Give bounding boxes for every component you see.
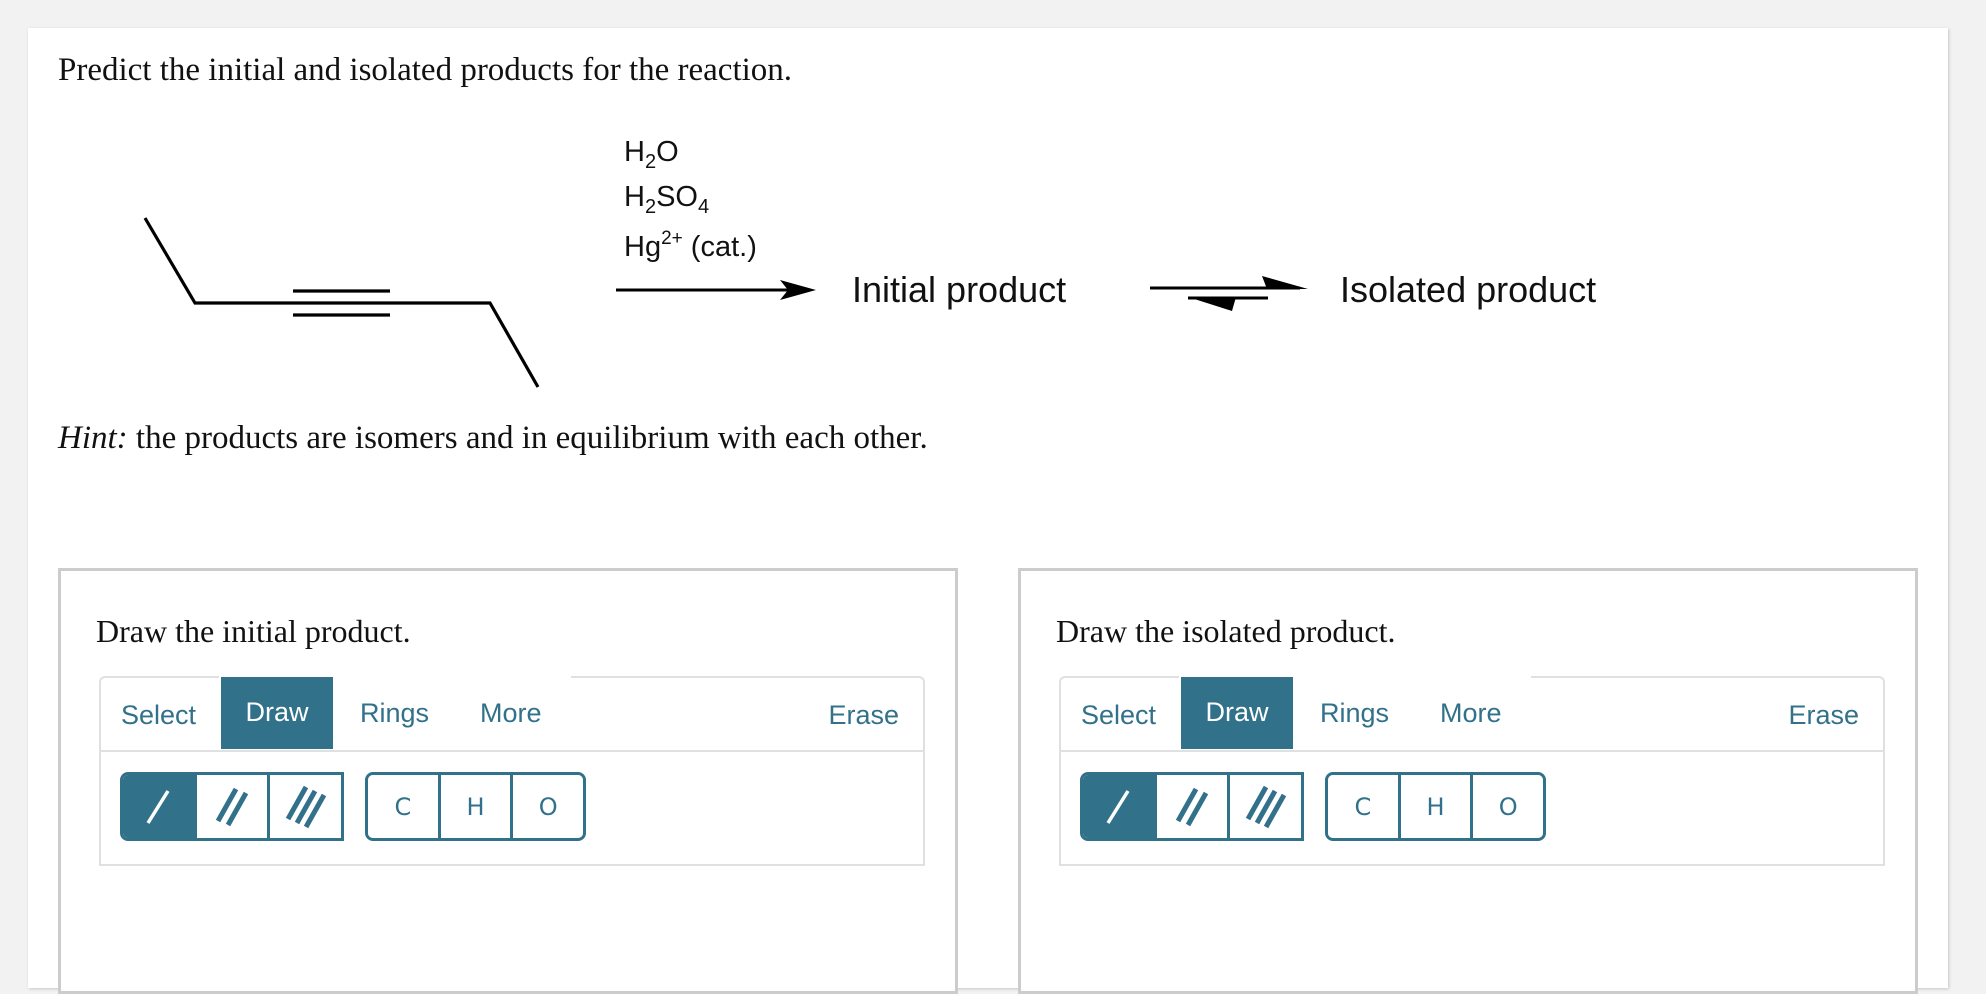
tab-rings[interactable]: Rings xyxy=(346,678,443,748)
single-bond-button[interactable] xyxy=(1083,775,1157,838)
tab-more[interactable]: More xyxy=(466,678,556,748)
bond-tool-group xyxy=(1080,772,1304,841)
draw-tool-pane: C H O xyxy=(1059,750,1885,866)
single-bond-icon xyxy=(146,789,170,824)
initial-product-panel: Draw the initial product. Select Draw Ri… xyxy=(58,568,958,994)
triple-bond-button[interactable] xyxy=(270,775,341,838)
triple-bond-icon xyxy=(285,785,326,828)
tab-draw[interactable]: Draw xyxy=(221,677,333,749)
double-bond-button[interactable] xyxy=(196,775,271,838)
erase-button[interactable]: Erase xyxy=(814,680,913,750)
double-bond-button[interactable] xyxy=(1156,775,1231,838)
tab-select[interactable]: Select xyxy=(107,680,210,750)
double-bond-icon xyxy=(215,787,249,826)
erase-button[interactable]: Erase xyxy=(1774,680,1873,750)
atom-h-button[interactable]: H xyxy=(440,775,514,838)
tab-more[interactable]: More xyxy=(1426,678,1516,748)
atom-tool-group: C H O xyxy=(1325,772,1546,841)
bond-tool-group xyxy=(120,772,344,841)
single-bond-icon xyxy=(1106,789,1130,824)
panel-title: Draw the initial product. xyxy=(96,613,411,649)
hint-text: Hint: the products are isomers and in eq… xyxy=(58,420,928,457)
tab-rings[interactable]: Rings xyxy=(1306,678,1403,748)
sketcher-toolbar: Select Draw Rings More Erase xyxy=(99,676,925,750)
triple-bond-icon xyxy=(1245,785,1286,828)
triple-bond-button[interactable] xyxy=(1230,775,1301,838)
double-bond-icon xyxy=(1175,787,1209,826)
atom-c-button[interactable]: C xyxy=(1328,775,1401,838)
atom-o-button[interactable]: O xyxy=(1473,775,1543,838)
hint-body: the products are isomers and in equilibr… xyxy=(127,420,928,456)
tab-draw[interactable]: Draw xyxy=(1181,677,1293,749)
atom-o-button[interactable]: O xyxy=(513,775,583,838)
hint-label: Hint: xyxy=(58,420,128,456)
atom-h-button[interactable]: H xyxy=(1400,775,1474,838)
isolated-product-panel: Draw the isolated product. Select Draw R… xyxy=(1018,568,1918,994)
question-prompt: Predict the initial and isolated product… xyxy=(58,52,793,88)
atom-tool-group: C H O xyxy=(365,772,586,841)
single-bond-button[interactable] xyxy=(123,775,197,838)
tab-select[interactable]: Select xyxy=(1067,680,1170,750)
sketcher-toolbar: Select Draw Rings More Erase xyxy=(1059,676,1885,750)
draw-tool-pane: C H O xyxy=(99,750,925,866)
panel-title: Draw the isolated product. xyxy=(1056,613,1396,649)
atom-c-button[interactable]: C xyxy=(368,775,441,838)
